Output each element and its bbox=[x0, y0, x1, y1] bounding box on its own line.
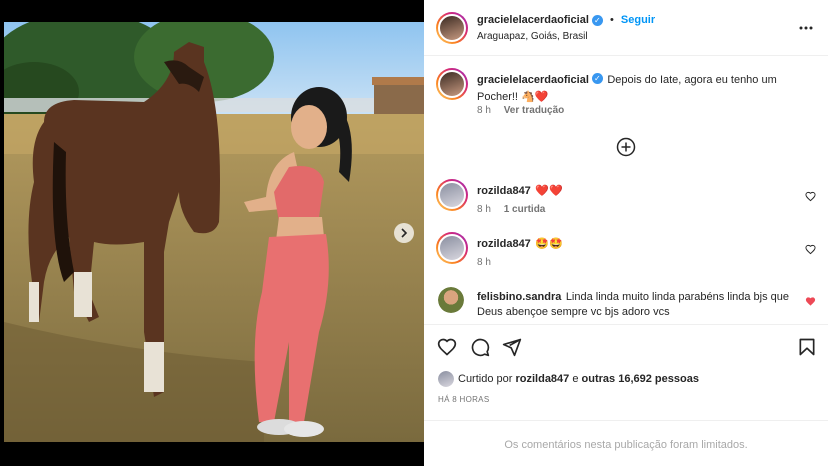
post-location[interactable]: Araguapaz, Goiás, Brasil bbox=[477, 31, 588, 42]
comment-username[interactable]: felisbino.sandra bbox=[477, 291, 561, 303]
likes-prefix: Curtido por bbox=[458, 373, 513, 385]
comment-like-heart-icon[interactable] bbox=[805, 242, 816, 255]
more-options-icon[interactable] bbox=[798, 20, 814, 36]
author-username[interactable]: gracielelacerdaoficial bbox=[477, 14, 589, 26]
comment-likes[interactable]: 1 curtida bbox=[504, 204, 546, 215]
comment: felisbino.sandra Linda linda muito linda… bbox=[477, 289, 797, 319]
likes-others[interactable]: outras 16,692 pessoas bbox=[582, 373, 699, 385]
comment-meta: 8 h bbox=[477, 257, 491, 268]
caption: gracielelacerdaoficial ✓ Depois do Iate, … bbox=[477, 71, 807, 105]
heart-icon bbox=[437, 338, 457, 356]
divider bbox=[424, 420, 828, 421]
caption-username[interactable]: gracielelacerdaoficial bbox=[477, 74, 589, 86]
post-photo-image bbox=[4, 22, 424, 442]
save-button[interactable] bbox=[797, 337, 817, 357]
likes-user[interactable]: rozilda847 bbox=[515, 373, 569, 385]
comment-username[interactable]: rozilda847 bbox=[477, 185, 531, 197]
plus-circle-icon bbox=[616, 137, 636, 157]
liker-avatar[interactable] bbox=[438, 371, 454, 387]
comment-time: 8 h bbox=[477, 257, 491, 268]
like-button[interactable] bbox=[437, 337, 457, 357]
caption-time: 8 h bbox=[477, 105, 491, 116]
divider bbox=[424, 324, 828, 325]
comments-limited-note: Os comentários nesta publicação foram li… bbox=[504, 439, 748, 451]
comment-icon bbox=[471, 338, 490, 357]
comment-meta: 8 h 1 curtida bbox=[477, 204, 545, 215]
load-more-comments-button[interactable] bbox=[616, 137, 636, 157]
comment-like-heart-icon[interactable] bbox=[805, 189, 816, 202]
caption-meta: 8 h Ver tradução bbox=[477, 105, 564, 116]
send-icon bbox=[502, 338, 522, 357]
comment-avatar[interactable] bbox=[436, 232, 468, 264]
author-avatar[interactable] bbox=[436, 12, 468, 44]
verified-badge-icon: ✓ bbox=[591, 14, 603, 26]
carousel-next-button[interactable] bbox=[394, 223, 414, 243]
comment-button[interactable] bbox=[470, 337, 490, 357]
comment-username[interactable]: rozilda847 bbox=[477, 238, 531, 250]
post-modal: gracielelacerdaoficial ✓ • Seguir Araguap… bbox=[0, 0, 828, 466]
likes-connector: e bbox=[572, 373, 579, 385]
comment-text: 🤩🤩 bbox=[535, 238, 563, 250]
caption-avatar[interactable] bbox=[436, 68, 468, 100]
comment-time: 8 h bbox=[477, 204, 491, 215]
comment-avatar[interactable] bbox=[438, 287, 464, 313]
comment-avatar[interactable] bbox=[436, 179, 468, 211]
post-photo[interactable] bbox=[4, 22, 424, 442]
chevron-right-icon bbox=[401, 228, 408, 238]
post-side-panel: gracielelacerdaoficial ✓ • Seguir Araguap… bbox=[424, 0, 828, 466]
comment-text: ❤️❤️ bbox=[535, 185, 563, 197]
comment-like-heart-icon[interactable] bbox=[805, 294, 816, 306]
follow-button[interactable]: Seguir bbox=[621, 14, 655, 26]
media-area bbox=[0, 0, 424, 466]
dot-separator: • bbox=[609, 14, 614, 26]
share-button[interactable] bbox=[502, 337, 522, 357]
post-header: gracielelacerdaoficial ✓ • Seguir Araguap… bbox=[424, 0, 828, 56]
translate-link[interactable]: Ver tradução bbox=[504, 105, 565, 116]
comment: rozilda847 🤩🤩 bbox=[477, 236, 563, 251]
likes-summary: Curtido por rozilda847 e outras 16,692 p… bbox=[458, 373, 699, 385]
post-timestamp[interactable]: HÁ 8 HORAS bbox=[438, 395, 489, 404]
verified-badge-icon: ✓ bbox=[591, 73, 603, 85]
author-username-row: gracielelacerdaoficial ✓ • Seguir bbox=[477, 14, 655, 26]
comment: rozilda847 ❤️❤️ bbox=[477, 183, 563, 198]
bookmark-icon bbox=[799, 338, 815, 356]
